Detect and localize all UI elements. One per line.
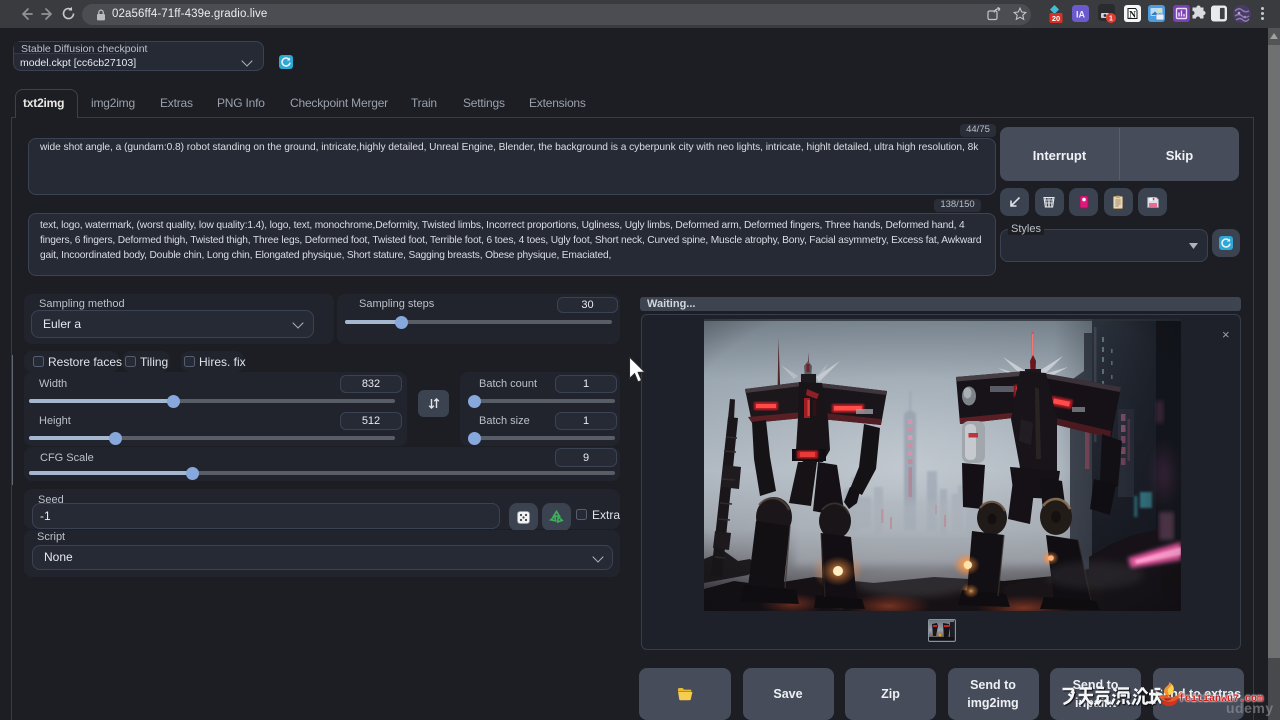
svg-text:1: 1 [1109, 16, 1113, 23]
svg-text:IA: IA [1076, 9, 1086, 19]
svg-text:20: 20 [1052, 14, 1060, 23]
svg-text:N: N [1129, 11, 1136, 21]
